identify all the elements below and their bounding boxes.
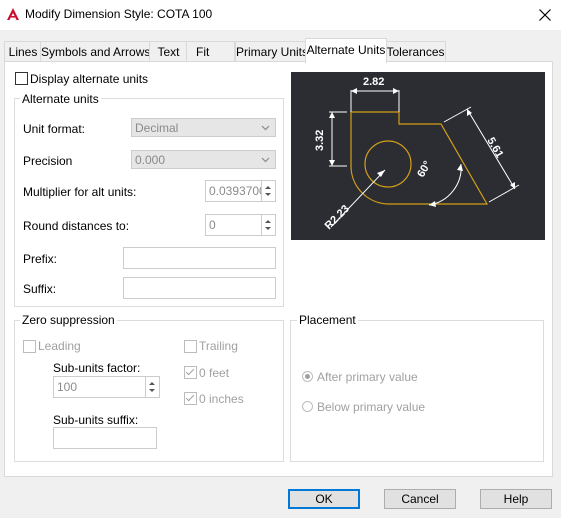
- trailing-checkbox[interactable]: [184, 340, 197, 353]
- round-distances-label: Round distances to:: [23, 219, 130, 233]
- sub-units-factor-spinbox[interactable]: 100: [53, 376, 160, 398]
- tab-symbols-and-arrows[interactable]: Symbols and Arrows: [40, 41, 151, 62]
- preview-geometry: [350, 111, 489, 205]
- precision-value: 0.000: [135, 153, 166, 167]
- preview-dimensions: [329, 90, 520, 228]
- spin-down-icon: [149, 389, 155, 392]
- preview-arrowheads: [329, 88, 515, 207]
- multiplier-spinner[interactable]: [261, 181, 275, 201]
- zero-inches-checkbox[interactable]: [184, 392, 197, 405]
- dim-right-text: 5.61: [484, 136, 505, 161]
- suffix-input[interactable]: [123, 277, 276, 299]
- dim-left-text: 3.32: [314, 130, 326, 151]
- zero-feet-checkbox[interactable]: [184, 366, 197, 379]
- window-title: Modify Dimension Style: COTA 100: [25, 7, 213, 21]
- below-primary-value-label: Below primary value: [317, 400, 426, 414]
- multiplier-label: Multiplier for alt units:: [23, 185, 137, 199]
- spin-down-icon: [265, 227, 271, 230]
- dimension-preview-drawing: 2.82 3.32 5.61 R2.23 60°: [314, 76, 520, 232]
- unit-format-value: Decimal: [135, 121, 179, 135]
- cancel-button[interactable]: Cancel: [384, 489, 456, 509]
- multiplier-value: 0.0393700: [209, 184, 261, 198]
- display-alternate-units-checkbox[interactable]: [15, 72, 28, 85]
- round-distances-spinbox[interactable]: 0: [205, 214, 276, 236]
- autocad-logo-icon: [6, 7, 20, 21]
- tab-tolerances[interactable]: Tolerances: [385, 41, 446, 62]
- display-alternate-units-label: Display alternate units: [30, 72, 149, 86]
- unit-format-select[interactable]: Decimal: [131, 118, 276, 137]
- placement-group: [290, 320, 544, 462]
- dim-radius-text: R2.23: [323, 203, 352, 232]
- after-primary-value-radio[interactable]: [302, 371, 313, 382]
- unit-format-label: Unit format:: [23, 122, 86, 136]
- trailing-label: Trailing: [199, 339, 238, 353]
- leading-checkbox[interactable]: [23, 340, 36, 353]
- zero-suppression-group-label: Zero suppression: [20, 313, 117, 327]
- spin-up-icon: [265, 220, 271, 223]
- close-button[interactable]: [528, 0, 561, 30]
- multiplier-spinbox[interactable]: 0.0393700: [205, 180, 276, 202]
- zero-inches-label: 0 inches: [199, 392, 244, 406]
- spin-down-icon: [265, 193, 271, 196]
- sub-units-suffix-input[interactable]: [53, 427, 157, 449]
- after-primary-value-label: After primary value: [317, 370, 418, 384]
- placement-group-label: Placement: [297, 313, 358, 327]
- below-primary-value-radio[interactable]: [302, 401, 313, 412]
- suffix-label: Suffix:: [23, 282, 57, 296]
- leading-label: Leading: [38, 339, 81, 353]
- sub-units-factor-spinner[interactable]: [145, 377, 159, 397]
- chevron-down-icon: [261, 125, 270, 131]
- prefix-input[interactable]: [123, 247, 276, 269]
- alternate-units-group-label: Alternate units: [20, 92, 101, 106]
- tab-lines[interactable]: Lines: [4, 41, 42, 62]
- sub-units-factor-value: 100: [57, 380, 78, 394]
- sub-units-factor-label: Sub-units factor:: [53, 361, 141, 375]
- dim-top-text: 2.82: [363, 76, 384, 88]
- prefix-label: Prefix:: [23, 252, 58, 266]
- precision-label: Precision: [23, 154, 73, 168]
- tab-primary-units[interactable]: Primary Units: [235, 41, 308, 62]
- spin-up-icon: [265, 186, 271, 189]
- ok-button[interactable]: OK: [288, 489, 360, 509]
- zero-feet-label: 0 feet: [199, 366, 230, 380]
- dim-angle-text: 60°: [415, 159, 434, 179]
- precision-select[interactable]: 0.000: [131, 150, 276, 169]
- close-icon: [539, 9, 551, 21]
- tab-text[interactable]: Text: [149, 41, 188, 62]
- sub-units-suffix-label: Sub-units suffix:: [53, 413, 139, 427]
- tab-alternate-units[interactable]: Alternate Units: [305, 38, 387, 63]
- round-distances-value: 0: [209, 218, 216, 232]
- tab-fit[interactable]: Fit: [186, 41, 235, 61]
- dimension-preview: 2.82 3.32 5.61 R2.23 60°: [291, 72, 545, 240]
- chevron-down-icon: [261, 157, 270, 163]
- spin-up-icon: [149, 382, 155, 385]
- help-button[interactable]: Help: [480, 489, 552, 509]
- round-distances-spinner[interactable]: [261, 215, 275, 235]
